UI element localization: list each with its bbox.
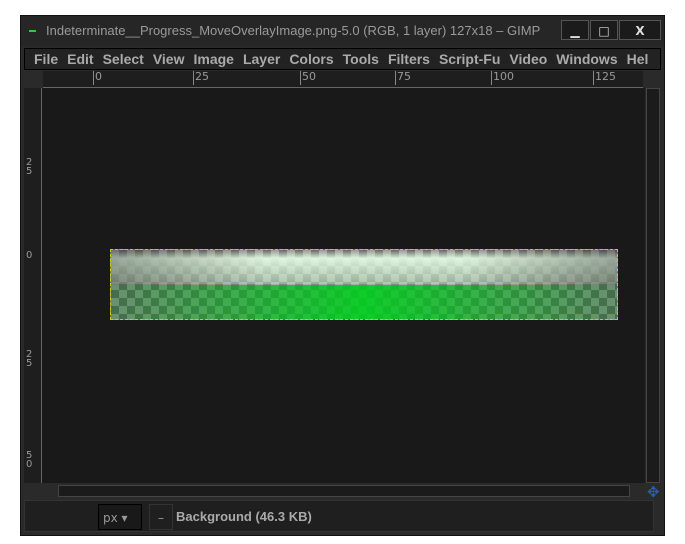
close-button[interactable]: X <box>619 20 661 40</box>
menu-video[interactable]: Video <box>509 49 547 69</box>
menu-view[interactable]: View <box>153 49 185 69</box>
menu-tools[interactable]: Tools <box>343 49 379 69</box>
unit-value: px <box>103 511 118 525</box>
progress-image-layer[interactable] <box>110 249 618 320</box>
ruler-label: 0 <box>26 250 33 261</box>
menu-edit[interactable]: Edit <box>67 49 93 69</box>
menu-help[interactable]: Hel <box>627 49 649 69</box>
menu-file[interactable]: File <box>34 49 58 69</box>
menu-filters[interactable]: Filters <box>388 49 430 69</box>
ruler-label: 75 <box>395 70 411 85</box>
ruler-label: 25 <box>26 157 33 177</box>
ruler-label: 0 <box>93 70 102 85</box>
app-icon <box>29 30 36 32</box>
horizontal-scrollbar[interactable] <box>58 485 630 497</box>
menu-select[interactable]: Select <box>103 49 144 69</box>
menu-windows[interactable]: Windows <box>556 49 617 69</box>
horizontal-ruler[interactable]: 0 25 50 75 100 125 <box>43 71 643 88</box>
status-bar: px ▾ – Background (46.3 KB) <box>24 500 654 532</box>
ruler-label: 125 <box>593 70 616 85</box>
gimp-window: Indeterminate__Progress_MoveOverlayImage… <box>20 15 665 536</box>
maximize-button[interactable]: □ <box>590 20 618 40</box>
menu-image[interactable]: Image <box>193 49 233 69</box>
ruler-label: 50 <box>300 70 316 85</box>
minimize-button[interactable]: ▁ <box>561 20 589 40</box>
image-canvas[interactable] <box>42 88 645 483</box>
ruler-label: 25 <box>193 70 209 85</box>
menu-script-fu[interactable]: Script-Fu <box>439 49 500 69</box>
title-bar: Indeterminate__Progress_MoveOverlayImage… <box>21 16 664 46</box>
vertical-scrollbar[interactable] <box>646 88 660 483</box>
vertical-ruler[interactable]: 25 0 25 50 <box>24 88 42 483</box>
ruler-label: 50 <box>26 450 33 470</box>
menu-colors[interactable]: Colors <box>289 49 333 69</box>
ruler-label: 25 <box>26 349 33 369</box>
layer-info: Background (46.3 KB) <box>176 509 312 524</box>
ruler-label: 100 <box>491 70 514 85</box>
menu-layer[interactable]: Layer <box>243 49 280 69</box>
menu-bar: File Edit Select View Image Layer Colors Tools F… <box>24 48 661 70</box>
window-title: Indeterminate__Progress_MoveOverlayImage… <box>46 23 541 38</box>
navigate-icon[interactable]: ✥ <box>647 483 660 501</box>
unit-select[interactable]: px ▾ <box>98 504 142 530</box>
zoom-select[interactable]: – <box>149 504 173 530</box>
